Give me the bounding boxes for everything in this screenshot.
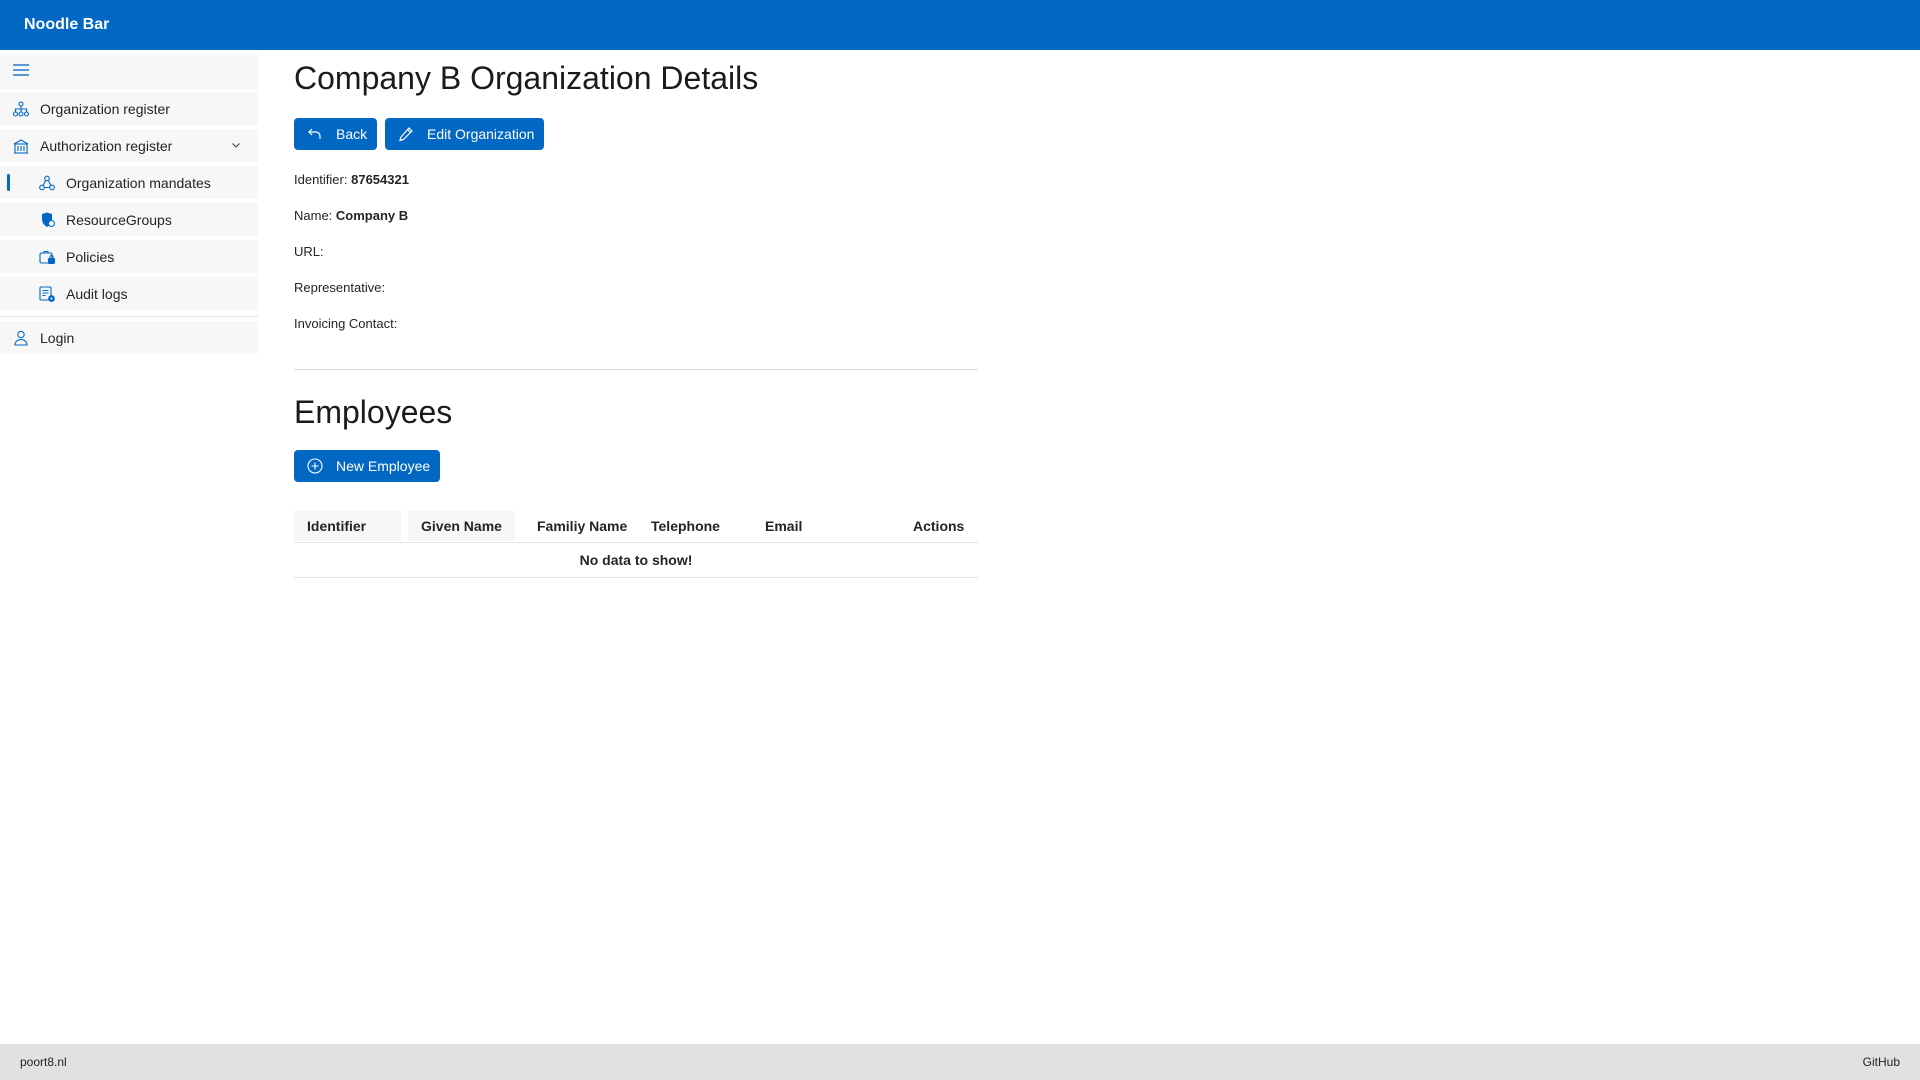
sidebar: Organization register Authorization regi… <box>0 50 258 1044</box>
org-tree-icon <box>11 99 31 119</box>
invoicing-contact-label: Invoicing Contact: <box>294 316 398 331</box>
page-title: Company B Organization Details <box>294 60 759 96</box>
footer-link-poort8[interactable]: poort8.nl <box>20 1055 67 1069</box>
document-gear-icon <box>37 284 57 304</box>
footer-link-github[interactable]: GitHub <box>1863 1055 1900 1069</box>
plus-circle-icon <box>306 457 324 475</box>
new-employee-button[interactable]: New Employee <box>294 450 441 482</box>
edit-organization-label: Edit Organization <box>427 126 535 142</box>
nav-toggle-button[interactable] <box>0 54 258 90</box>
chevron-down-icon[interactable] <box>230 138 242 154</box>
column-header-family-name[interactable]: Familiy Name <box>515 511 629 541</box>
people-network-icon <box>37 173 57 193</box>
sidebar-item-label: Login <box>40 329 75 346</box>
sidebar-item-authorization-register[interactable]: Authorization register <box>0 129 258 162</box>
sidebar-item-audit-logs[interactable]: Audit logs <box>0 277 258 310</box>
sidebar-item-resourcegroups[interactable]: ResourceGroups <box>0 203 258 236</box>
building-icon <box>11 136 31 156</box>
back-arrow-icon <box>306 125 324 143</box>
representative-field: Representative: <box>294 280 385 295</box>
person-icon <box>11 328 31 348</box>
identifier-field: Identifier: 87654321 <box>294 172 409 187</box>
url-label: URL: <box>294 244 324 259</box>
column-header-actions: Actions <box>913 518 965 534</box>
identifier-label: Identifier: <box>294 172 348 187</box>
sidebar-item-label: Organization register <box>40 100 170 117</box>
column-gap <box>401 511 408 541</box>
url-field: URL: <box>294 244 324 259</box>
active-indicator <box>7 174 10 191</box>
sidebar-item-organization-register[interactable]: Organization register <box>0 92 258 125</box>
sidebar-item-policies[interactable]: Policies <box>0 240 258 273</box>
identifier-value: 87654321 <box>351 172 409 187</box>
sidebar-item-label: Policies <box>66 248 115 265</box>
sidebar-divider <box>0 316 258 317</box>
invoicing-contact-field: Invoicing Contact: <box>294 316 397 331</box>
new-employee-label: New Employee <box>336 458 431 474</box>
briefcase-lock-icon <box>37 247 57 267</box>
employees-table: Identifier Given Name Familiy Name Telep… <box>294 510 978 578</box>
sidebar-item-label: Audit logs <box>66 285 128 302</box>
table-header: Identifier Given Name Familiy Name Telep… <box>294 510 978 543</box>
back-button[interactable]: Back <box>294 118 378 150</box>
section-divider <box>294 369 978 370</box>
pencil-icon <box>397 125 415 143</box>
representative-label: Representative: <box>294 280 386 295</box>
top-bar: Noodle Bar <box>0 0 1920 50</box>
sidebar-item-label: Authorization register <box>40 137 173 154</box>
name-field: Name: Company B <box>294 208 408 223</box>
edit-organization-button[interactable]: Edit Organization <box>385 118 545 150</box>
sidebar-item-login[interactable]: Login <box>0 321 258 354</box>
employees-heading: Employees <box>294 394 453 430</box>
shield-group-icon <box>37 210 57 230</box>
back-button-label: Back <box>336 126 368 142</box>
column-header-identifier[interactable]: Identifier <box>294 511 401 541</box>
hamburger-icon <box>12 63 30 82</box>
column-header-telephone[interactable]: Telephone <box>629 511 743 541</box>
app-title[interactable]: Noodle Bar <box>24 16 109 34</box>
sidebar-item-label: Organization mandates <box>66 174 211 191</box>
sidebar-item-label: ResourceGroups <box>66 211 172 228</box>
column-header-email[interactable]: Email <box>743 511 878 541</box>
name-label: Name: <box>294 208 333 223</box>
footer: poort8.nl GitHub <box>0 1044 1920 1080</box>
column-header-given-name[interactable]: Given Name <box>408 511 515 541</box>
name-value: Company B <box>335 208 409 223</box>
empty-table-message: No data to show! <box>294 543 978 578</box>
sidebar-item-organization-mandates[interactable]: Organization mandates <box>0 166 258 199</box>
